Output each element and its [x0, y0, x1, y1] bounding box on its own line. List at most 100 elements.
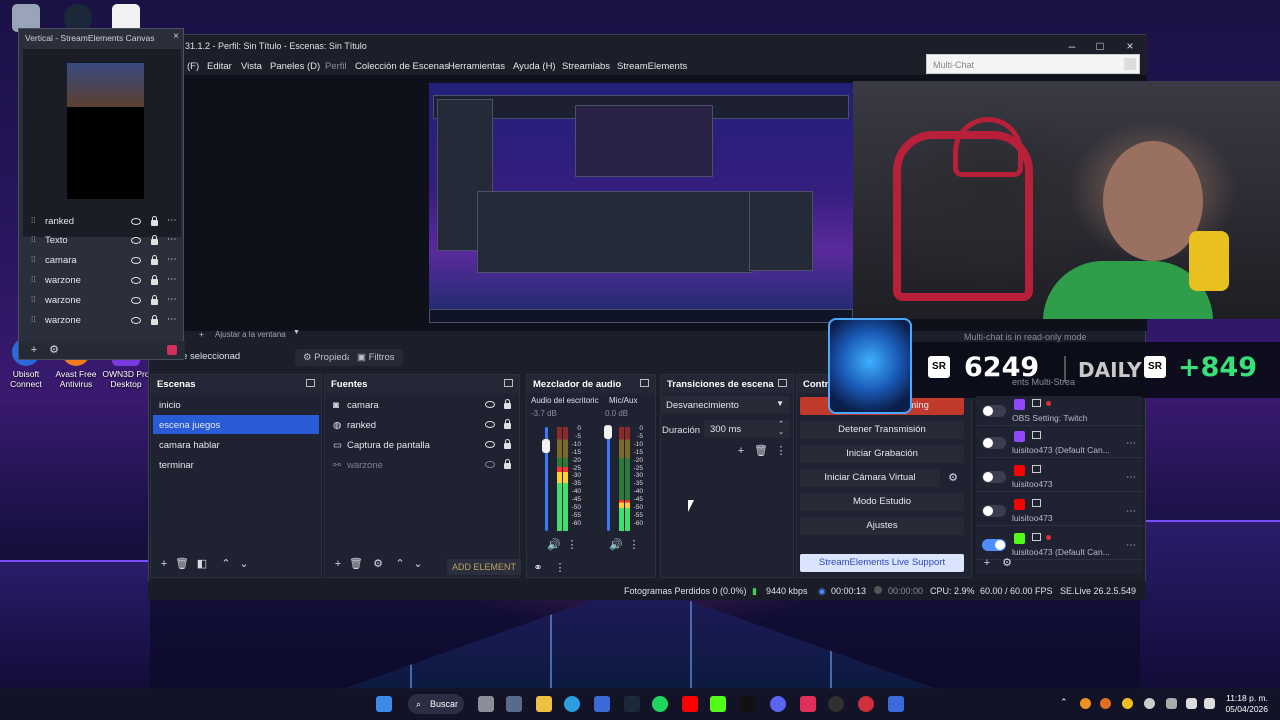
slider-knob[interactable] [542, 439, 550, 453]
gear-icon[interactable]: ⚙ [1000, 556, 1014, 570]
stop-stream-button[interactable]: Detener Transmisión [800, 421, 964, 439]
more-vert-icon[interactable]: ⋮ [774, 444, 788, 458]
tray-icon[interactable] [1100, 698, 1111, 709]
system-clock[interactable]: 11:18 p. m. 05/04/2026 [1225, 693, 1268, 715]
scene-item[interactable]: inicio [153, 395, 319, 414]
close-icon[interactable] [1124, 58, 1136, 70]
tray-icon[interactable] [1122, 698, 1133, 709]
fit-window-label[interactable]: Ajustar a la ventana [215, 330, 286, 339]
more-horiz-icon[interactable]: ⋯ [1126, 472, 1136, 483]
menu-streamelements[interactable]: StreamElements [617, 61, 687, 72]
lock-icon[interactable] [151, 295, 158, 305]
stream-toggle[interactable] [982, 539, 1006, 551]
arrow-down-icon[interactable]: ⌄ [411, 557, 425, 571]
streamelements-icon[interactable] [858, 696, 874, 712]
speaker-icon[interactable]: 🔊 [609, 538, 623, 552]
more-horiz-icon[interactable]: ⋯ [1126, 540, 1136, 551]
scene-item[interactable]: terminar [153, 455, 319, 474]
studio-mode-button[interactable]: Modo Estudio [800, 493, 964, 511]
stream-toggle[interactable] [982, 437, 1006, 449]
add-source-plus-icon[interactable]: + [199, 329, 204, 339]
spotify-icon[interactable] [652, 696, 668, 712]
more-horiz-icon[interactable]: ⋯ [167, 294, 177, 305]
vertical-source-item[interactable]: ⁞⁞ ranked ⋯ [25, 213, 179, 231]
source-item[interactable]: ▭ Captura de pantalla [327, 435, 517, 454]
tiktok-icon[interactable] [740, 696, 756, 712]
trash-icon[interactable]: 🗑 [175, 557, 189, 571]
lock-icon[interactable] [151, 235, 158, 245]
record-icon[interactable] [167, 345, 177, 355]
add-element-button[interactable]: ADD ELEMENT [447, 559, 521, 575]
start-virtual-camera-button[interactable]: Iniciar Cámara Virtual [800, 469, 940, 487]
drag-handle-icon[interactable]: ⁞⁞ [31, 216, 37, 226]
lock-icon[interactable] [504, 419, 511, 429]
multichat-input[interactable]: Multi-Chat [926, 54, 1140, 74]
trash-icon[interactable]: 🗑 [349, 557, 363, 571]
drag-handle-icon[interactable]: ⁞⁞ [31, 255, 37, 265]
menu-help[interactable]: Ayuda (H) [513, 61, 556, 72]
steam-icon[interactable] [624, 696, 640, 712]
speaker-icon[interactable]: 🔊 [547, 538, 561, 552]
eye-icon[interactable] [131, 237, 141, 244]
eye-icon[interactable] [131, 277, 141, 284]
eye-off-icon[interactable] [485, 461, 495, 468]
close-icon[interactable]: × [1123, 39, 1137, 53]
eye-icon[interactable] [485, 401, 495, 408]
edge-icon[interactable] [564, 696, 580, 712]
chevron-up-icon[interactable]: ⌃ [1060, 697, 1068, 708]
tray-icon[interactable] [1144, 698, 1155, 709]
kick-icon[interactable] [710, 696, 726, 712]
chevron-down-icon[interactable]: ▼ [293, 329, 300, 336]
stream-toggle[interactable] [982, 471, 1006, 483]
vertical-source-item[interactable]: ⁞⁞ warzone ⋯ [25, 272, 179, 290]
youtube-icon[interactable] [682, 696, 698, 712]
taskbar-search[interactable]: ⌕ Buscar [408, 694, 464, 714]
settings-button[interactable]: Ajustes [800, 517, 964, 535]
menu-streamlabs[interactable]: Streamlabs [562, 61, 610, 72]
gear-icon[interactable]: ⚙ [946, 471, 960, 485]
vertical-source-item[interactable]: ⁞⁞ warzone ⋯ [25, 292, 179, 310]
arrow-up-icon[interactable]: ⌃ [219, 557, 233, 571]
add-target-icon[interactable]: + [980, 556, 994, 570]
program-preview-canvas[interactable] [429, 83, 853, 323]
close-icon[interactable]: × [173, 31, 179, 42]
popout-icon[interactable] [306, 379, 315, 387]
volume-icon[interactable] [1204, 698, 1215, 709]
vertical-source-item[interactable]: ⁞⁞ warzone ⋯ [25, 312, 179, 330]
browser-icon[interactable] [594, 696, 610, 712]
transition-select[interactable]: Desvanecimiento ▼ [660, 396, 790, 414]
drag-handle-icon[interactable]: ⁞⁞ [31, 315, 37, 325]
source-item[interactable]: ◙ camara [327, 395, 517, 414]
tray-icon[interactable] [1080, 698, 1091, 709]
menu-tools[interactable]: Herramientas [448, 61, 505, 72]
lock-icon[interactable] [151, 216, 158, 226]
discord-icon[interactable] [770, 696, 786, 712]
popout-icon[interactable] [504, 379, 513, 387]
duration-spinbox[interactable]: 300 ms ⌃ ⌄ [704, 420, 790, 438]
minimize-icon[interactable]: – [1065, 39, 1079, 53]
eye-icon[interactable] [131, 218, 141, 225]
network-icon[interactable] [1186, 698, 1197, 709]
trash-icon[interactable]: 🗑 [754, 444, 768, 458]
more-horiz-icon[interactable]: ⋯ [167, 215, 177, 226]
more-horiz-icon[interactable]: ⋯ [1126, 438, 1136, 449]
add-transition-icon[interactable]: + [734, 444, 748, 458]
eye-icon[interactable] [131, 297, 141, 304]
more-horiz-icon[interactable]: ⋯ [1126, 506, 1136, 517]
more-horiz-icon[interactable]: ⋯ [167, 274, 177, 285]
eye-icon[interactable] [131, 257, 141, 264]
tiktok-studio-icon[interactable] [800, 696, 816, 712]
vertical-source-item[interactable]: ⁞⁞ camara ⋯ [25, 252, 179, 270]
file-explorer-icon[interactable] [536, 696, 552, 712]
eye-icon[interactable] [485, 421, 495, 428]
more-vert-icon[interactable]: ⋮ [565, 538, 579, 552]
menu-docks[interactable]: Paneles (D) [270, 61, 320, 72]
arrow-down-icon[interactable]: ⌄ [237, 557, 251, 571]
menu-file[interactable]: (F) [187, 61, 199, 72]
menu-scene-collection[interactable]: Colección de Escenas [355, 61, 449, 72]
more-horiz-icon[interactable]: ⋯ [167, 254, 177, 265]
add-source-icon[interactable]: + [331, 557, 345, 571]
lock-icon[interactable] [151, 275, 158, 285]
eye-icon[interactable] [485, 441, 495, 448]
lock-icon[interactable] [504, 399, 511, 409]
